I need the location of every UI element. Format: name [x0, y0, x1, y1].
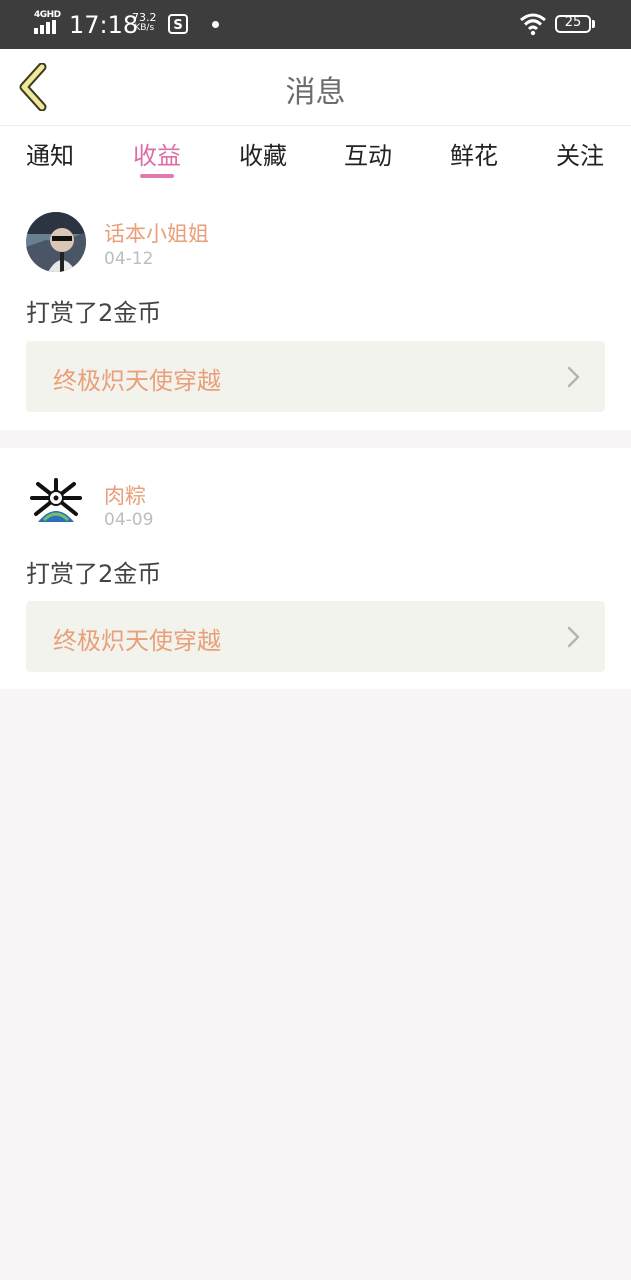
tab-interactions[interactable]: 互动 — [328, 136, 408, 171]
svg-text:S: S — [173, 18, 182, 33]
status-bar: 4GHD 17:18 73.2 KB/s S 25 — [0, 0, 631, 49]
notification-dot — [212, 21, 219, 28]
username[interactable]: 肉粽 — [104, 480, 146, 510]
speed-value: 73.2 — [132, 11, 157, 24]
battery-cap — [592, 20, 595, 28]
tab-notifications[interactable]: 通知 — [10, 136, 90, 171]
chevron-right-icon — [567, 366, 580, 388]
chevron-right-icon — [567, 626, 580, 648]
tab-favorites[interactable]: 收藏 — [223, 136, 303, 171]
battery-icon: 25 — [555, 15, 591, 33]
wifi-icon — [520, 13, 546, 36]
user-photo-avatar — [26, 212, 86, 272]
battery-level: 25 — [564, 15, 582, 30]
book-link[interactable]: 终极炽天使穿越 — [26, 341, 605, 412]
tab-bar: 通知 收益 收藏 互动 鲜花 关注 — [0, 126, 631, 188]
message-date: 04-12 — [104, 249, 154, 269]
cellular-signal-icon: 4GHD — [34, 10, 62, 36]
network-type: 4GHD — [34, 10, 61, 20]
book-link[interactable]: 终极炽天使穿越 — [26, 601, 605, 672]
user-illustration-avatar — [26, 474, 86, 534]
network-speed: 73.2 KB/s — [132, 12, 157, 34]
tab-following[interactable]: 关注 — [540, 136, 620, 171]
active-tab-indicator — [140, 174, 174, 178]
page-title: 消息 — [285, 75, 346, 110]
tab-flowers[interactable]: 鲜花 — [434, 136, 514, 171]
message-card: 肉粽 04-09 打赏了2金币 终极炽天使穿越 — [0, 448, 631, 689]
username[interactable]: 话本小姐姐 — [104, 218, 209, 248]
tab-earnings[interactable]: 收益 — [117, 136, 197, 171]
message-date: 04-09 — [104, 510, 154, 530]
avatar[interactable] — [26, 212, 86, 272]
message-card: 话本小姐姐 04-12 打赏了2金币 终极炽天使穿越 — [0, 188, 631, 430]
book-title: 终极炽天使穿越 — [53, 627, 221, 655]
book-title: 终极炽天使穿越 — [53, 367, 221, 395]
app-header: 消息 — [0, 49, 631, 126]
message-text: 打赏了2金币 — [26, 560, 162, 588]
notification-app-icon: S — [168, 14, 188, 34]
speed-unit: KB/s — [134, 23, 155, 33]
clock: 17:18 — [69, 11, 139, 39]
message-text: 打赏了2金币 — [26, 299, 162, 327]
avatar[interactable] — [26, 474, 86, 534]
